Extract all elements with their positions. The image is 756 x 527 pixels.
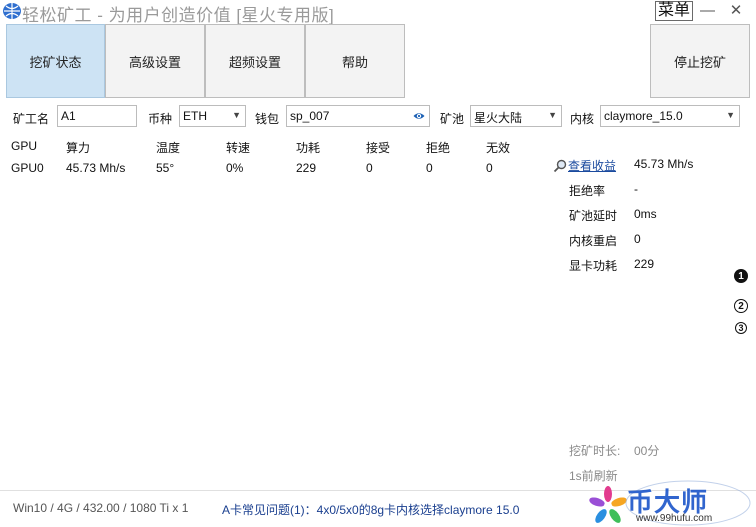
worker-value: A1 — [61, 109, 76, 123]
view-earnings-label: 查看收益 — [568, 159, 617, 173]
stop-mining-button[interactable]: 停止挖矿 — [650, 24, 750, 98]
chevron-down-icon: ▼ — [726, 110, 735, 120]
cell-fan-speed: 0% — [226, 161, 244, 175]
header-rejected: 拒绝 — [426, 141, 451, 155]
header-invalid: 无效 — [486, 141, 511, 155]
gpu-power-label: 显卡功耗 — [569, 259, 618, 273]
tab-help[interactable]: 帮助 — [305, 24, 405, 98]
magnifier-icon — [553, 159, 567, 172]
total-hashrate-value: 45.73 Mh/s — [634, 157, 694, 171]
page-indicator-3[interactable]: 3 — [735, 322, 747, 334]
menu-button[interactable]: 菜单 — [655, 1, 694, 21]
close-icon[interactable]: ✕ — [728, 1, 744, 19]
pool-label: 矿池 — [440, 112, 465, 126]
pool-latency-value: 0ms — [634, 207, 657, 221]
mining-time-value: 00分 — [634, 444, 660, 458]
kernel-value: claymore_15.0 — [604, 109, 683, 123]
chevron-down-icon: ▼ — [548, 110, 557, 120]
kernel-select[interactable]: claymore_15.0 ▼ — [600, 105, 740, 127]
mining-time-label: 挖矿时长: — [569, 444, 621, 458]
cell-rejected: 0 — [426, 161, 433, 175]
worker-input[interactable]: A1 — [57, 105, 137, 127]
cell-accepted: 0 — [366, 161, 373, 175]
cell-temperature: 55° — [156, 161, 175, 175]
app-title: 轻松矿工 - 为用户创造价值 [星火专用版] — [22, 6, 335, 25]
header-hashrate: 算力 — [66, 141, 91, 155]
eye-icon[interactable] — [413, 110, 425, 122]
cell-invalid: 0 — [486, 161, 493, 175]
gpu-power-value: 229 — [634, 257, 655, 271]
coin-label: 币种 — [148, 112, 173, 126]
cell-power: 229 — [296, 161, 317, 175]
coin-select[interactable]: ETH ▼ — [179, 105, 246, 127]
wallet-label: 钱包 — [255, 112, 280, 126]
coin-value: ETH — [183, 109, 207, 123]
header-fan-speed: 转速 — [226, 141, 251, 155]
pool-value: 星火大陆 — [474, 111, 523, 125]
header-temperature: 温度 — [156, 141, 181, 155]
wallet-value: sp_007 — [290, 109, 330, 123]
minimize-icon[interactable]: — — [700, 2, 715, 20]
kernel-restart-label: 内核重启 — [569, 234, 618, 248]
title-bar: 轻松矿工 - 为用户创造价值 [星火专用版] 菜单 — ✕ — [0, 0, 756, 25]
pool-select[interactable]: 星火大陆 ▼ — [470, 105, 562, 127]
tab-advanced-settings[interactable]: 高级设置 — [105, 24, 205, 98]
view-earnings-link[interactable]: 查看收益 — [553, 157, 616, 174]
tab-overclock-settings[interactable]: 超频设置 — [205, 24, 305, 98]
kernel-label: 内核 — [570, 112, 595, 126]
cell-hashrate: 45.73 Mh/s — [66, 161, 126, 175]
watermark-url: www.99hufu.com — [636, 513, 713, 524]
page-indicator-1[interactable]: 1 — [734, 269, 748, 283]
pool-latency-label: 矿池延时 — [569, 209, 618, 223]
wallet-input[interactable]: sp_007 — [286, 105, 430, 127]
kernel-restart-value: 0 — [634, 232, 641, 246]
tab-mining-status[interactable]: 挖矿状态 — [6, 24, 105, 98]
system-info: Win10 / 4G / 432.00 / 1080 Ti x 1 — [13, 501, 189, 515]
header-accepted: 接受 — [366, 141, 391, 155]
reject-rate-value: - — [634, 182, 638, 196]
faq-link[interactable]: A卡常见问题(1)：4x0/5x0的8g卡内核选择claymore 15.0 — [222, 501, 519, 518]
cell-gpu: GPU0 — [11, 161, 44, 175]
worker-label: 矿工名 — [13, 112, 50, 126]
header-power: 功耗 — [296, 141, 321, 155]
app-logo-icon — [3, 3, 21, 19]
page-indicator-2[interactable]: 2 — [734, 299, 748, 313]
chevron-down-icon: ▼ — [232, 110, 241, 120]
reject-rate-label: 拒绝率 — [569, 184, 606, 198]
header-gpu: GPU — [11, 139, 38, 153]
